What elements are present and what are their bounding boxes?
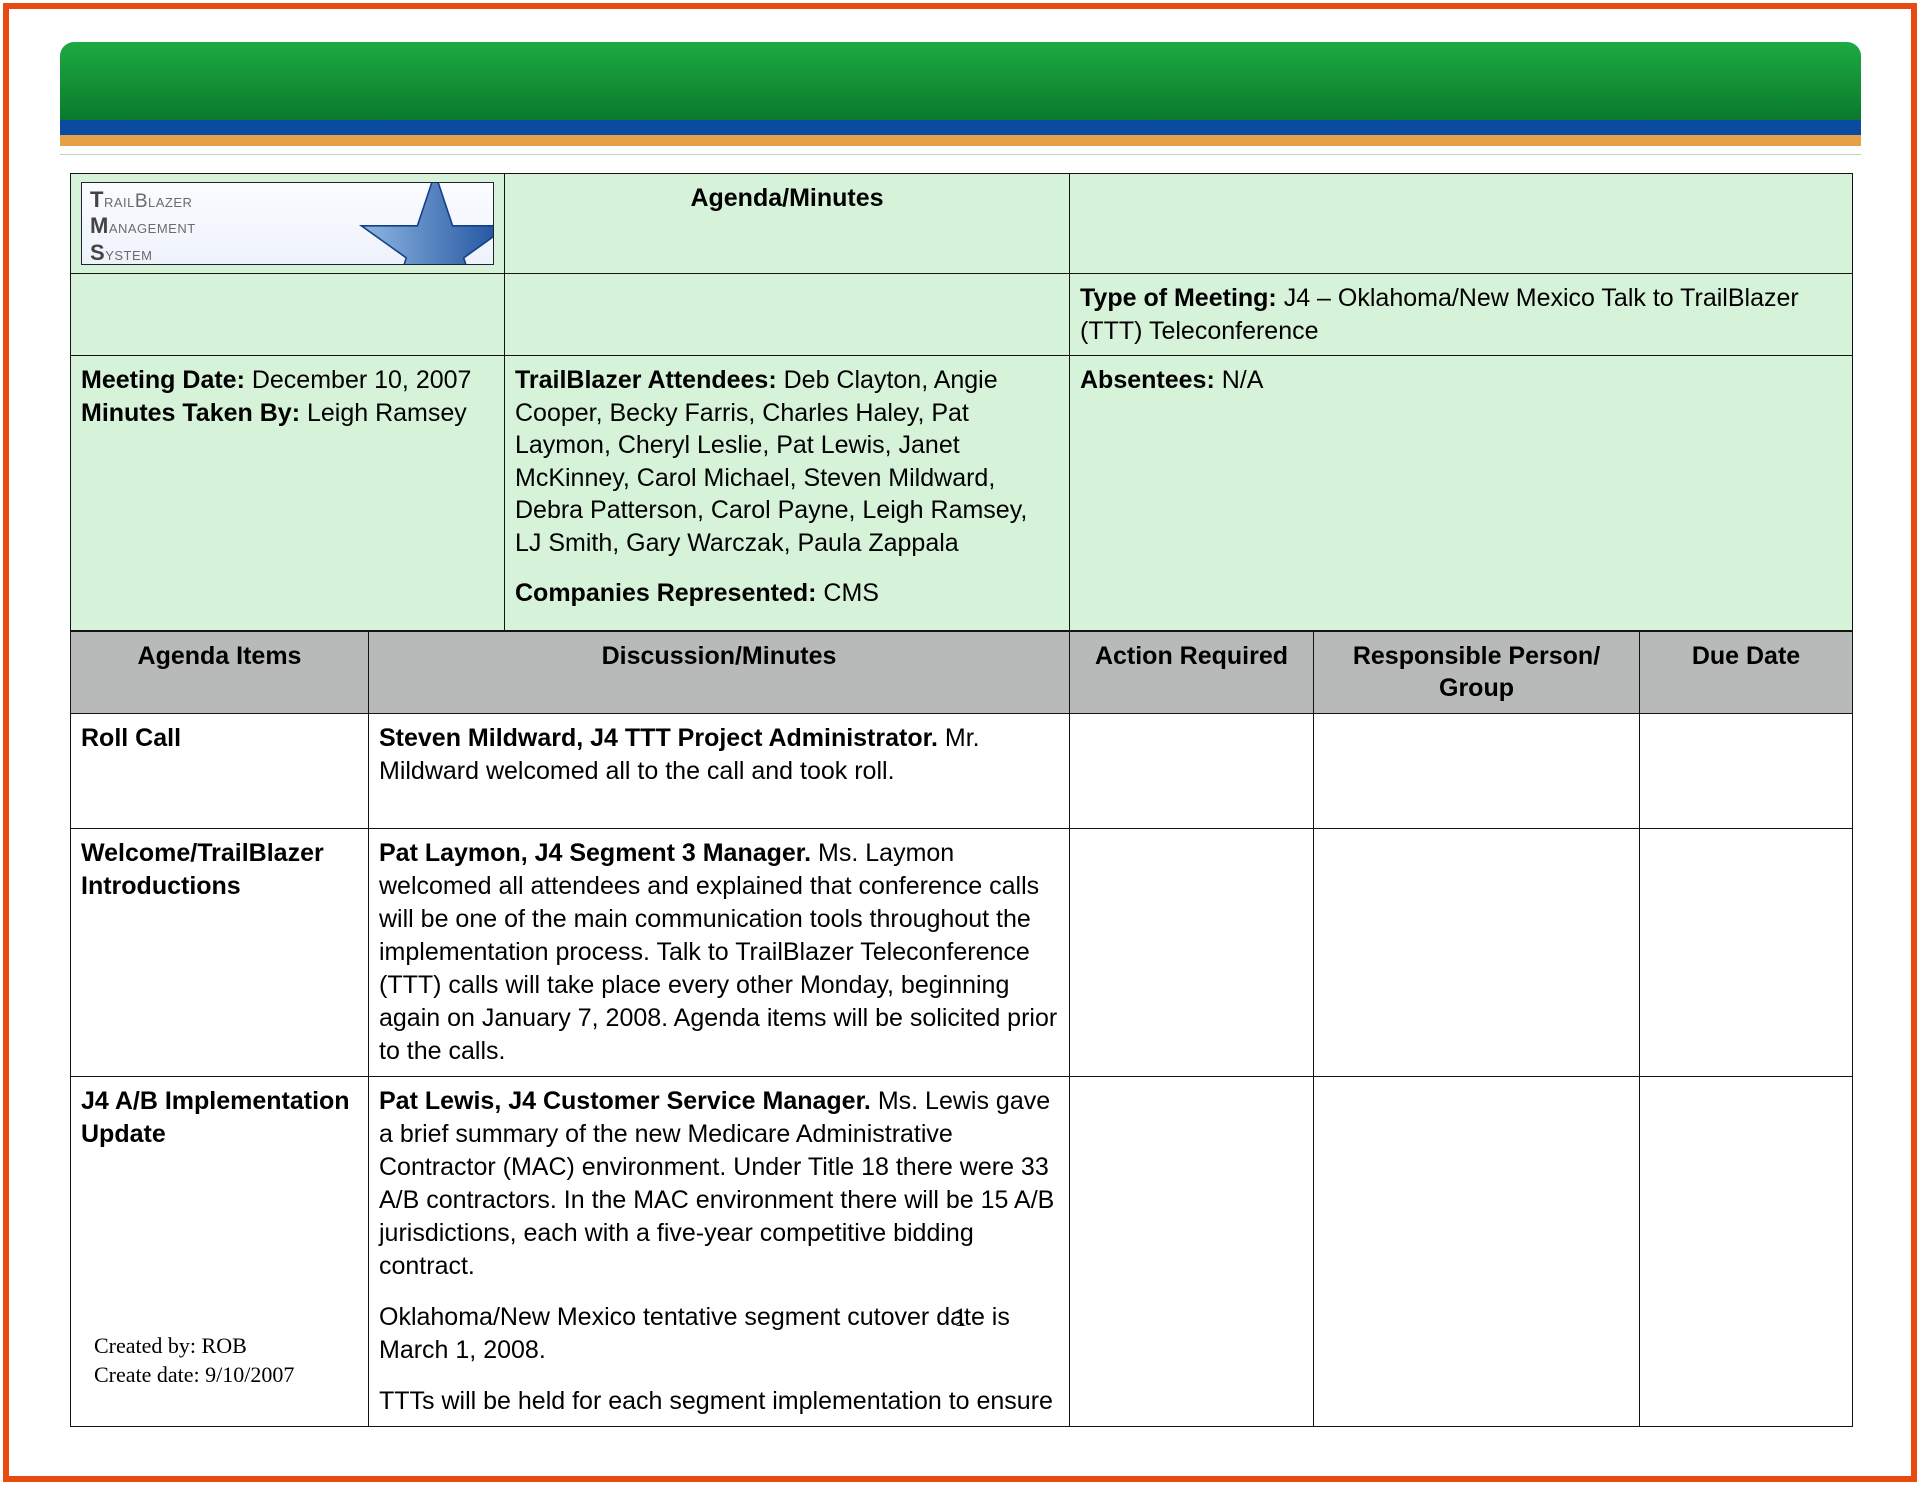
col-due-date: Due Date bbox=[1640, 631, 1853, 713]
document-page: TrailBlazer Management System Agend bbox=[60, 42, 1861, 1440]
agenda-item: Roll Call bbox=[71, 713, 369, 828]
footer-meta: Created by: ROB Create date: 9/10/2007 bbox=[94, 1331, 294, 1390]
blank-cell bbox=[505, 274, 1070, 356]
band-blue bbox=[60, 120, 1861, 135]
discussion-text: Ms. Lewis gave a brief summary of the ne… bbox=[379, 1087, 1054, 1280]
responsible-cell bbox=[1314, 1076, 1640, 1426]
table-row: Roll Call Steven Mildward, J4 TTT Projec… bbox=[71, 713, 1853, 828]
logo-cell: TrailBlazer Management System bbox=[71, 174, 505, 274]
absentees-cell: Absentees: N/A bbox=[1070, 356, 1853, 631]
logo-line1: railBlazer bbox=[104, 191, 192, 212]
action-cell bbox=[1070, 713, 1314, 828]
due-cell bbox=[1640, 713, 1853, 828]
discussion-lead: Pat Lewis, J4 Customer Service Manager. bbox=[379, 1087, 871, 1115]
tms-logo: TrailBlazer Management System bbox=[81, 182, 494, 265]
absentees-value: N/A bbox=[1215, 366, 1264, 394]
col-agenda-items: Agenda Items bbox=[71, 631, 369, 713]
page-number: 1 bbox=[60, 1303, 1861, 1333]
col-action: Action Required bbox=[1070, 631, 1314, 713]
meeting-date-value: December 10, 2007 bbox=[245, 366, 472, 394]
companies-label: Companies Represented: bbox=[515, 579, 816, 607]
star-icon bbox=[355, 182, 494, 265]
discussion-cell: Steven Mildward, J4 TTT Project Administ… bbox=[369, 713, 1070, 828]
table-row: Welcome/TrailBlazer Introductions Pat La… bbox=[71, 828, 1853, 1076]
created-by-value: ROB bbox=[202, 1333, 247, 1358]
attendees-label: TrailBlazer Attendees: bbox=[515, 366, 777, 394]
discussion-cell: Pat Laymon, J4 Segment 3 Manager. Ms. La… bbox=[369, 828, 1070, 1076]
col-responsible: Responsible Person/ Group bbox=[1314, 631, 1640, 713]
attendees-cell: TrailBlazer Attendees: Deb Clayton, Angi… bbox=[505, 356, 1070, 631]
due-cell bbox=[1640, 1076, 1853, 1426]
action-cell bbox=[1070, 828, 1314, 1076]
doc-title: Agenda/Minutes bbox=[505, 174, 1070, 274]
logo-line3: ystem bbox=[105, 244, 152, 265]
responsible-cell bbox=[1314, 713, 1640, 828]
col-discussion: Discussion/Minutes bbox=[369, 631, 1070, 713]
attendees-value: Deb Clayton, Angie Cooper, Becky Farris,… bbox=[515, 366, 1027, 557]
discussion-lead: Pat Laymon, J4 Segment 3 Manager. bbox=[379, 839, 811, 867]
blank-header-cell bbox=[1070, 174, 1853, 274]
logo-t: T bbox=[90, 187, 104, 212]
blank-cell bbox=[71, 274, 505, 356]
agenda-item: Welcome/TrailBlazer Introductions bbox=[71, 828, 369, 1076]
companies-value: CMS bbox=[816, 579, 879, 607]
metadata-table: TrailBlazer Management System Agend bbox=[70, 173, 1853, 631]
logo-s: S bbox=[90, 240, 105, 265]
create-date-value: 9/10/2007 bbox=[205, 1362, 294, 1387]
table-row: J4 A/B Implementation Update Pat Lewis, … bbox=[71, 1076, 1853, 1426]
type-of-meeting: Type of Meeting: J4 – Oklahoma/New Mexic… bbox=[1070, 274, 1853, 356]
minutes-by-value: Leigh Ramsey bbox=[300, 399, 467, 427]
meeting-date-cell: Meeting Date: December 10, 2007 Minutes … bbox=[71, 356, 505, 631]
discussion-lead: Steven Mildward, J4 TTT Project Administ… bbox=[379, 724, 938, 752]
type-of-meeting-label: Type of Meeting: bbox=[1080, 284, 1277, 312]
logo-line2: anagement bbox=[109, 217, 196, 238]
absentees-label: Absentees: bbox=[1080, 366, 1215, 394]
action-cell bbox=[1070, 1076, 1314, 1426]
discussion-cell: Pat Lewis, J4 Customer Service Manager. … bbox=[369, 1076, 1070, 1426]
minutes-by-label: Minutes Taken By: bbox=[81, 399, 300, 427]
band-white bbox=[60, 146, 1861, 155]
create-date-label: Create date: bbox=[94, 1362, 205, 1387]
band-green bbox=[60, 42, 1861, 120]
logo-m: M bbox=[90, 213, 109, 238]
discussion-text: Ms. Laymon welcomed all attendees and ex… bbox=[379, 839, 1057, 1065]
column-header-row: Agenda Items Discussion/Minutes Action R… bbox=[71, 631, 1853, 713]
header-bands bbox=[60, 42, 1861, 155]
created-by-label: Created by: bbox=[94, 1333, 202, 1358]
discussion-extra: TTTs will be held for each segment imple… bbox=[379, 1387, 1053, 1415]
meeting-date-label: Meeting Date: bbox=[81, 366, 245, 394]
responsible-cell bbox=[1314, 828, 1640, 1076]
due-cell bbox=[1640, 828, 1853, 1076]
band-orange bbox=[60, 135, 1861, 146]
